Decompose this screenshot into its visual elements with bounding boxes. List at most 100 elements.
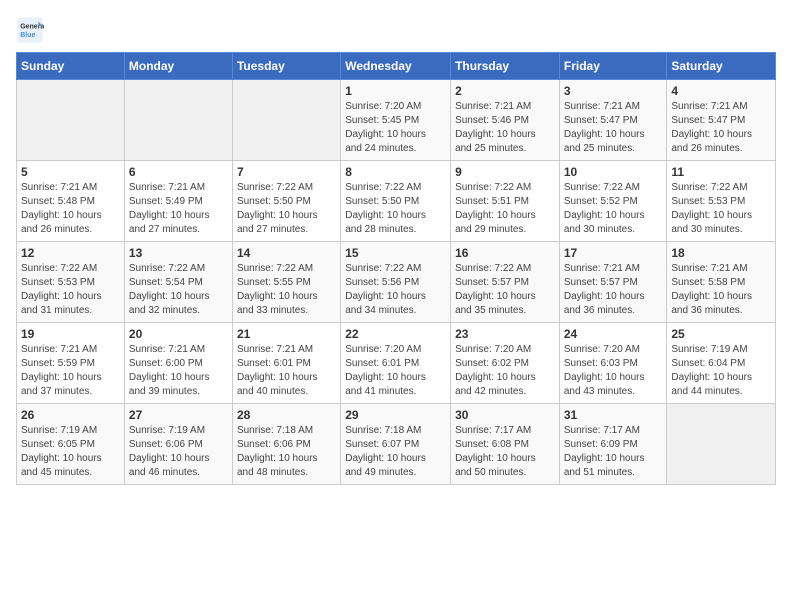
calendar-week-3: 12 Sunrise: 7:22 AMSunset: 5:53 PMDayligh… bbox=[17, 242, 776, 323]
calendar-cell: 20 Sunrise: 7:21 AMSunset: 6:00 PMDayligh… bbox=[124, 323, 232, 404]
day-info: Sunrise: 7:20 AMSunset: 6:01 PMDaylight:… bbox=[345, 343, 446, 399]
day-number: 23 bbox=[455, 327, 555, 341]
calendar-cell bbox=[232, 80, 340, 161]
calendar-cell: 9 Sunrise: 7:22 AMSunset: 5:51 PMDaylight… bbox=[451, 161, 560, 242]
calendar-cell: 27Sunrise: 7:19 AMSunset: 6:06 PMDayligh… bbox=[124, 404, 232, 485]
calendar-header-row: SundayMondayTuesdayWednesdayThursdayFrid… bbox=[17, 53, 776, 80]
calendar-cell: 26 Sunrise: 7:19 AMSunset: 6:05 PMDayligh… bbox=[17, 404, 125, 485]
header-wednesday: Wednesday bbox=[341, 53, 451, 80]
day-info: Sunrise: 7:19 AMSunset: 6:06 PMDaylight:… bbox=[129, 424, 228, 480]
header-thursday: Thursday bbox=[451, 53, 560, 80]
calendar-cell: 10Sunrise: 7:22 AMSunset: 5:52 PMDayligh… bbox=[559, 161, 667, 242]
day-number: 14 bbox=[237, 246, 336, 260]
day-info: Sunrise: 7:21 AMSunset: 5:46 PMDaylight:… bbox=[455, 100, 555, 156]
calendar-table: SundayMondayTuesdayWednesdayThursdayFrid… bbox=[16, 52, 776, 485]
calendar-week-5: 26 Sunrise: 7:19 AMSunset: 6:05 PMDayligh… bbox=[17, 404, 776, 485]
calendar-cell: 25 Sunrise: 7:19 AMSunset: 6:04 PMDayligh… bbox=[667, 323, 776, 404]
calendar-cell bbox=[17, 80, 125, 161]
day-number: 26 bbox=[21, 408, 120, 422]
day-number: 11 bbox=[671, 165, 771, 179]
calendar-cell: 4 Sunrise: 7:21 AMSunset: 5:47 PMDaylight… bbox=[667, 80, 776, 161]
calendar-cell: 29 Sunrise: 7:18 AMSunset: 6:07 PMDayligh… bbox=[341, 404, 451, 485]
day-info: Sunrise: 7:22 AMSunset: 5:51 PMDaylight:… bbox=[455, 181, 555, 237]
day-number: 22 bbox=[345, 327, 446, 341]
day-info: Sunrise: 7:22 AMSunset: 5:56 PMDaylight:… bbox=[345, 262, 446, 318]
day-number: 3 bbox=[564, 84, 663, 98]
calendar-cell: 6Sunrise: 7:21 AMSunset: 5:49 PMDaylight… bbox=[124, 161, 232, 242]
day-info: Sunrise: 7:21 AMSunset: 5:58 PMDaylight:… bbox=[671, 262, 771, 318]
calendar-cell: 16 Sunrise: 7:22 AMSunset: 5:57 PMDayligh… bbox=[451, 242, 560, 323]
day-info: Sunrise: 7:18 AMSunset: 6:07 PMDaylight:… bbox=[345, 424, 446, 480]
day-info: Sunrise: 7:22 AMSunset: 5:53 PMDaylight:… bbox=[671, 181, 771, 237]
day-info: Sunrise: 7:17 AMSunset: 6:08 PMDaylight:… bbox=[455, 424, 555, 480]
day-info: Sunrise: 7:22 AMSunset: 5:50 PMDaylight:… bbox=[345, 181, 446, 237]
calendar-cell: 22 Sunrise: 7:20 AMSunset: 6:01 PMDayligh… bbox=[341, 323, 451, 404]
calendar-cell: 13Sunrise: 7:22 AMSunset: 5:54 PMDayligh… bbox=[124, 242, 232, 323]
day-number: 18 bbox=[671, 246, 771, 260]
calendar-week-1: 1 Sunrise: 7:20 AMSunset: 5:45 PMDaylight… bbox=[17, 80, 776, 161]
calendar-cell bbox=[124, 80, 232, 161]
day-info: Sunrise: 7:21 AMSunset: 5:48 PMDaylight:… bbox=[21, 181, 120, 237]
day-info: Sunrise: 7:19 AMSunset: 6:04 PMDaylight:… bbox=[671, 343, 771, 399]
calendar-cell: 21Sunrise: 7:21 AMSunset: 6:01 PMDayligh… bbox=[232, 323, 340, 404]
calendar-week-2: 5Sunrise: 7:21 AMSunset: 5:48 PMDaylight… bbox=[17, 161, 776, 242]
day-info: Sunrise: 7:20 AMSunset: 6:02 PMDaylight:… bbox=[455, 343, 555, 399]
calendar-cell: 12 Sunrise: 7:22 AMSunset: 5:53 PMDayligh… bbox=[17, 242, 125, 323]
day-number: 4 bbox=[671, 84, 771, 98]
calendar-cell: 31Sunrise: 7:17 AMSunset: 6:09 PMDayligh… bbox=[559, 404, 667, 485]
day-info: Sunrise: 7:19 AMSunset: 6:05 PMDaylight:… bbox=[21, 424, 120, 480]
calendar-cell: 15 Sunrise: 7:22 AMSunset: 5:56 PMDayligh… bbox=[341, 242, 451, 323]
day-number: 24 bbox=[564, 327, 663, 341]
day-info: Sunrise: 7:22 AMSunset: 5:55 PMDaylight:… bbox=[237, 262, 336, 318]
header-monday: Monday bbox=[124, 53, 232, 80]
day-info: Sunrise: 7:22 AMSunset: 5:57 PMDaylight:… bbox=[455, 262, 555, 318]
day-number: 19 bbox=[21, 327, 120, 341]
day-number: 30 bbox=[455, 408, 555, 422]
day-info: Sunrise: 7:22 AMSunset: 5:50 PMDaylight:… bbox=[237, 181, 336, 237]
day-info: Sunrise: 7:21 AMSunset: 5:57 PMDaylight:… bbox=[564, 262, 663, 318]
calendar-week-4: 19 Sunrise: 7:21 AMSunset: 5:59 PMDayligh… bbox=[17, 323, 776, 404]
day-info: Sunrise: 7:20 AMSunset: 6:03 PMDaylight:… bbox=[564, 343, 663, 399]
header-saturday: Saturday bbox=[667, 53, 776, 80]
calendar-cell: 19 Sunrise: 7:21 AMSunset: 5:59 PMDayligh… bbox=[17, 323, 125, 404]
day-number: 6 bbox=[129, 165, 228, 179]
day-number: 12 bbox=[21, 246, 120, 260]
calendar-cell: 17 Sunrise: 7:21 AMSunset: 5:57 PMDayligh… bbox=[559, 242, 667, 323]
day-info: Sunrise: 7:22 AMSunset: 5:53 PMDaylight:… bbox=[21, 262, 120, 318]
calendar-cell: 18 Sunrise: 7:21 AMSunset: 5:58 PMDayligh… bbox=[667, 242, 776, 323]
day-number: 25 bbox=[671, 327, 771, 341]
day-info: Sunrise: 7:21 AMSunset: 5:59 PMDaylight:… bbox=[21, 343, 120, 399]
header-friday: Friday bbox=[559, 53, 667, 80]
calendar-cell: 3 Sunrise: 7:21 AMSunset: 5:47 PMDaylight… bbox=[559, 80, 667, 161]
calendar-cell: 30 Sunrise: 7:17 AMSunset: 6:08 PMDayligh… bbox=[451, 404, 560, 485]
logo-icon: General Blue bbox=[16, 16, 44, 44]
calendar-cell: 1 Sunrise: 7:20 AMSunset: 5:45 PMDaylight… bbox=[341, 80, 451, 161]
calendar-cell: 7 Sunrise: 7:22 AMSunset: 5:50 PMDaylight… bbox=[232, 161, 340, 242]
day-number: 17 bbox=[564, 246, 663, 260]
day-number: 13 bbox=[129, 246, 228, 260]
day-number: 8 bbox=[345, 165, 446, 179]
day-number: 15 bbox=[345, 246, 446, 260]
day-number: 29 bbox=[345, 408, 446, 422]
day-info: Sunrise: 7:20 AMSunset: 5:45 PMDaylight:… bbox=[345, 100, 446, 156]
calendar-cell: 24 Sunrise: 7:20 AMSunset: 6:03 PMDayligh… bbox=[559, 323, 667, 404]
day-info: Sunrise: 7:21 AMSunset: 5:47 PMDaylight:… bbox=[564, 100, 663, 156]
day-number: 7 bbox=[237, 165, 336, 179]
day-number: 1 bbox=[345, 84, 446, 98]
day-number: 2 bbox=[455, 84, 555, 98]
day-info: Sunrise: 7:21 AMSunset: 5:47 PMDaylight:… bbox=[671, 100, 771, 156]
day-number: 16 bbox=[455, 246, 555, 260]
day-number: 21 bbox=[237, 327, 336, 341]
calendar-cell: 8 Sunrise: 7:22 AMSunset: 5:50 PMDaylight… bbox=[341, 161, 451, 242]
day-info: Sunrise: 7:18 AMSunset: 6:06 PMDaylight:… bbox=[237, 424, 336, 480]
day-info: Sunrise: 7:21 AMSunset: 6:00 PMDaylight:… bbox=[129, 343, 228, 399]
header-tuesday: Tuesday bbox=[232, 53, 340, 80]
calendar-cell bbox=[667, 404, 776, 485]
header-sunday: Sunday bbox=[17, 53, 125, 80]
calendar-cell: 5Sunrise: 7:21 AMSunset: 5:48 PMDaylight… bbox=[17, 161, 125, 242]
day-number: 9 bbox=[455, 165, 555, 179]
logo: General Blue bbox=[16, 16, 44, 44]
calendar-cell: 28Sunrise: 7:18 AMSunset: 6:06 PMDayligh… bbox=[232, 404, 340, 485]
calendar-cell: 2 Sunrise: 7:21 AMSunset: 5:46 PMDaylight… bbox=[451, 80, 560, 161]
day-number: 20 bbox=[129, 327, 228, 341]
